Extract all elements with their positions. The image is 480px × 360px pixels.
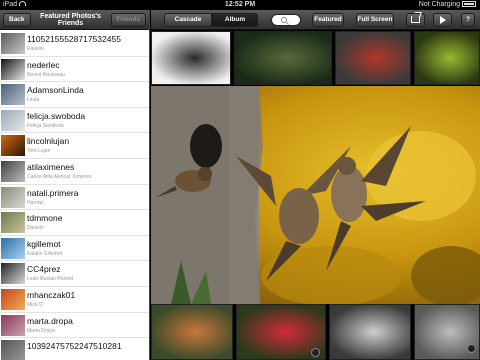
status-right: Not Charging <box>419 0 476 10</box>
friends-toolbar: Back Featured Photos's Friends Friends <box>0 10 149 30</box>
help-button[interactable]: ? <box>461 13 475 27</box>
fullscreen-button[interactable]: Full Screen <box>356 13 394 27</box>
friend-row[interactable]: nederlec Benoit Rousseau <box>0 56 149 83</box>
friends-button[interactable]: Friends <box>110 12 146 27</box>
friend-name: natali.primera <box>27 187 79 198</box>
sparrows-photo <box>151 86 480 304</box>
cascade-button[interactable]: Cascade <box>164 13 212 27</box>
slideshow-button[interactable] <box>433 13 452 27</box>
friend-name: 10392475752247510281 <box>27 341 122 352</box>
friend-row[interactable]: 11052155528717532455 Ravello <box>0 31 149 57</box>
photo-toolbar: Cascade Album Featured Full Screen ? <box>151 10 480 30</box>
friend-row[interactable]: kgillemot Katalin Gillemot <box>0 235 149 262</box>
friend-realname: Linda <box>27 97 40 104</box>
panel-title: Featured Photos's Friends <box>40 12 101 27</box>
friend-avatar <box>1 340 25 360</box>
friend-row[interactable]: marta.dropa Marta Dropa <box>0 312 149 339</box>
clock: 12:52 PM <box>224 1 256 8</box>
friend-realname: Benoit Rousseau <box>27 71 66 78</box>
photo-thumbnail[interactable] <box>151 31 231 85</box>
friend-row[interactable]: natali.primera Harrow <box>0 184 149 211</box>
prev-photo-arrow[interactable] <box>311 348 320 357</box>
friend-avatar <box>1 288 25 310</box>
friend-name: nederlec <box>27 59 60 70</box>
share-button[interactable] <box>406 13 425 27</box>
friend-avatar <box>1 109 25 131</box>
battery-icon <box>462 1 476 7</box>
album-button[interactable]: Album <box>212 13 258 27</box>
friend-avatar <box>1 263 25 285</box>
friend-realname: Marta Dropa <box>27 327 55 334</box>
photo-thumbnail[interactable] <box>335 31 411 85</box>
play-icon <box>439 16 446 24</box>
friend-row[interactable]: lincolnlujan Tere Luján <box>0 133 149 159</box>
friend-row[interactable]: felicja.swoboda Felicja Swoboda <box>0 107 149 134</box>
friend-avatar <box>1 33 25 54</box>
friend-avatar <box>1 186 25 208</box>
friend-avatar <box>1 212 25 234</box>
friend-avatar <box>1 58 25 80</box>
friend-realname: Harrow <box>27 199 44 206</box>
friends-panel: Back Featured Photos's Friends Friends 1… <box>0 10 150 360</box>
view-mode-segmented-control[interactable]: Cascade Album <box>164 13 258 27</box>
friend-realname: Daniele <box>27 225 44 232</box>
photo-thumbnail[interactable] <box>414 31 480 85</box>
photo-thumbnail[interactable] <box>151 304 233 360</box>
search-icon <box>281 17 287 23</box>
photo-thumbnail[interactable] <box>234 31 332 85</box>
friend-name: tdmmone <box>27 213 63 224</box>
friend-realname: Felicja Swoboda <box>27 122 64 129</box>
friend-name: marta.dropa <box>27 315 73 326</box>
friend-avatar <box>1 160 25 182</box>
friend-realname: Mick72 <box>27 301 43 308</box>
friend-row[interactable]: CC4prez Leah Muelan-Pannel <box>0 261 149 287</box>
share-icon <box>411 16 420 23</box>
friend-name: kgillemot <box>27 238 61 249</box>
friend-realname: Tere Luján <box>27 148 51 155</box>
friend-avatar <box>1 135 25 157</box>
friend-name: lincolnlujan <box>27 136 70 147</box>
friend-row[interactable]: atilaximenes Carlos Átila Alencar Ximenes <box>0 158 149 185</box>
friend-row[interactable]: AdamsonLinda Linda <box>0 82 149 108</box>
friend-realname: Carlos Átila Alencar Ximenes <box>27 173 92 180</box>
status-bar: iPad 12:52 PM Not Charging <box>0 0 480 10</box>
photo-panel: Cascade Album Featured Full Screen ? <box>151 10 480 360</box>
friend-list[interactable]: 11052155528717532455 Ravello nederlec Benoi… <box>0 31 149 360</box>
main-photo[interactable] <box>151 86 480 304</box>
photo-thumbnail[interactable] <box>329 304 411 360</box>
battery-label: Not Charging <box>418 1 460 8</box>
top-photo-strip[interactable] <box>151 31 480 85</box>
friend-name: felicja.swoboda <box>27 110 86 121</box>
friend-name: AdamsonLinda <box>27 85 84 96</box>
friend-name: CC4prez <box>27 264 61 275</box>
friend-realname: Ravello <box>27 46 44 52</box>
friend-avatar <box>1 84 25 106</box>
featured-button[interactable]: Featured <box>312 13 344 27</box>
friend-name: mhanczak01 <box>27 289 76 300</box>
friend-row[interactable]: tdmmone Daniele <box>0 210 149 236</box>
friend-realname: Katalin Gillemot <box>27 250 63 257</box>
friend-realname: Leah Muelan-Pannel <box>27 276 74 283</box>
friend-avatar <box>1 237 25 259</box>
friend-avatar <box>1 314 25 336</box>
friend-name: atilaximenes <box>27 161 75 172</box>
friend-name: 11052155528717532455 <box>27 34 121 44</box>
friend-row[interactable]: 10392475752247510281 <box>0 338 149 360</box>
next-photo-arrow[interactable] <box>467 344 476 353</box>
search-input[interactable] <box>271 14 301 26</box>
back-button[interactable]: Back <box>3 12 31 27</box>
friend-row[interactable]: mhanczak01 Mick72 <box>0 286 149 313</box>
